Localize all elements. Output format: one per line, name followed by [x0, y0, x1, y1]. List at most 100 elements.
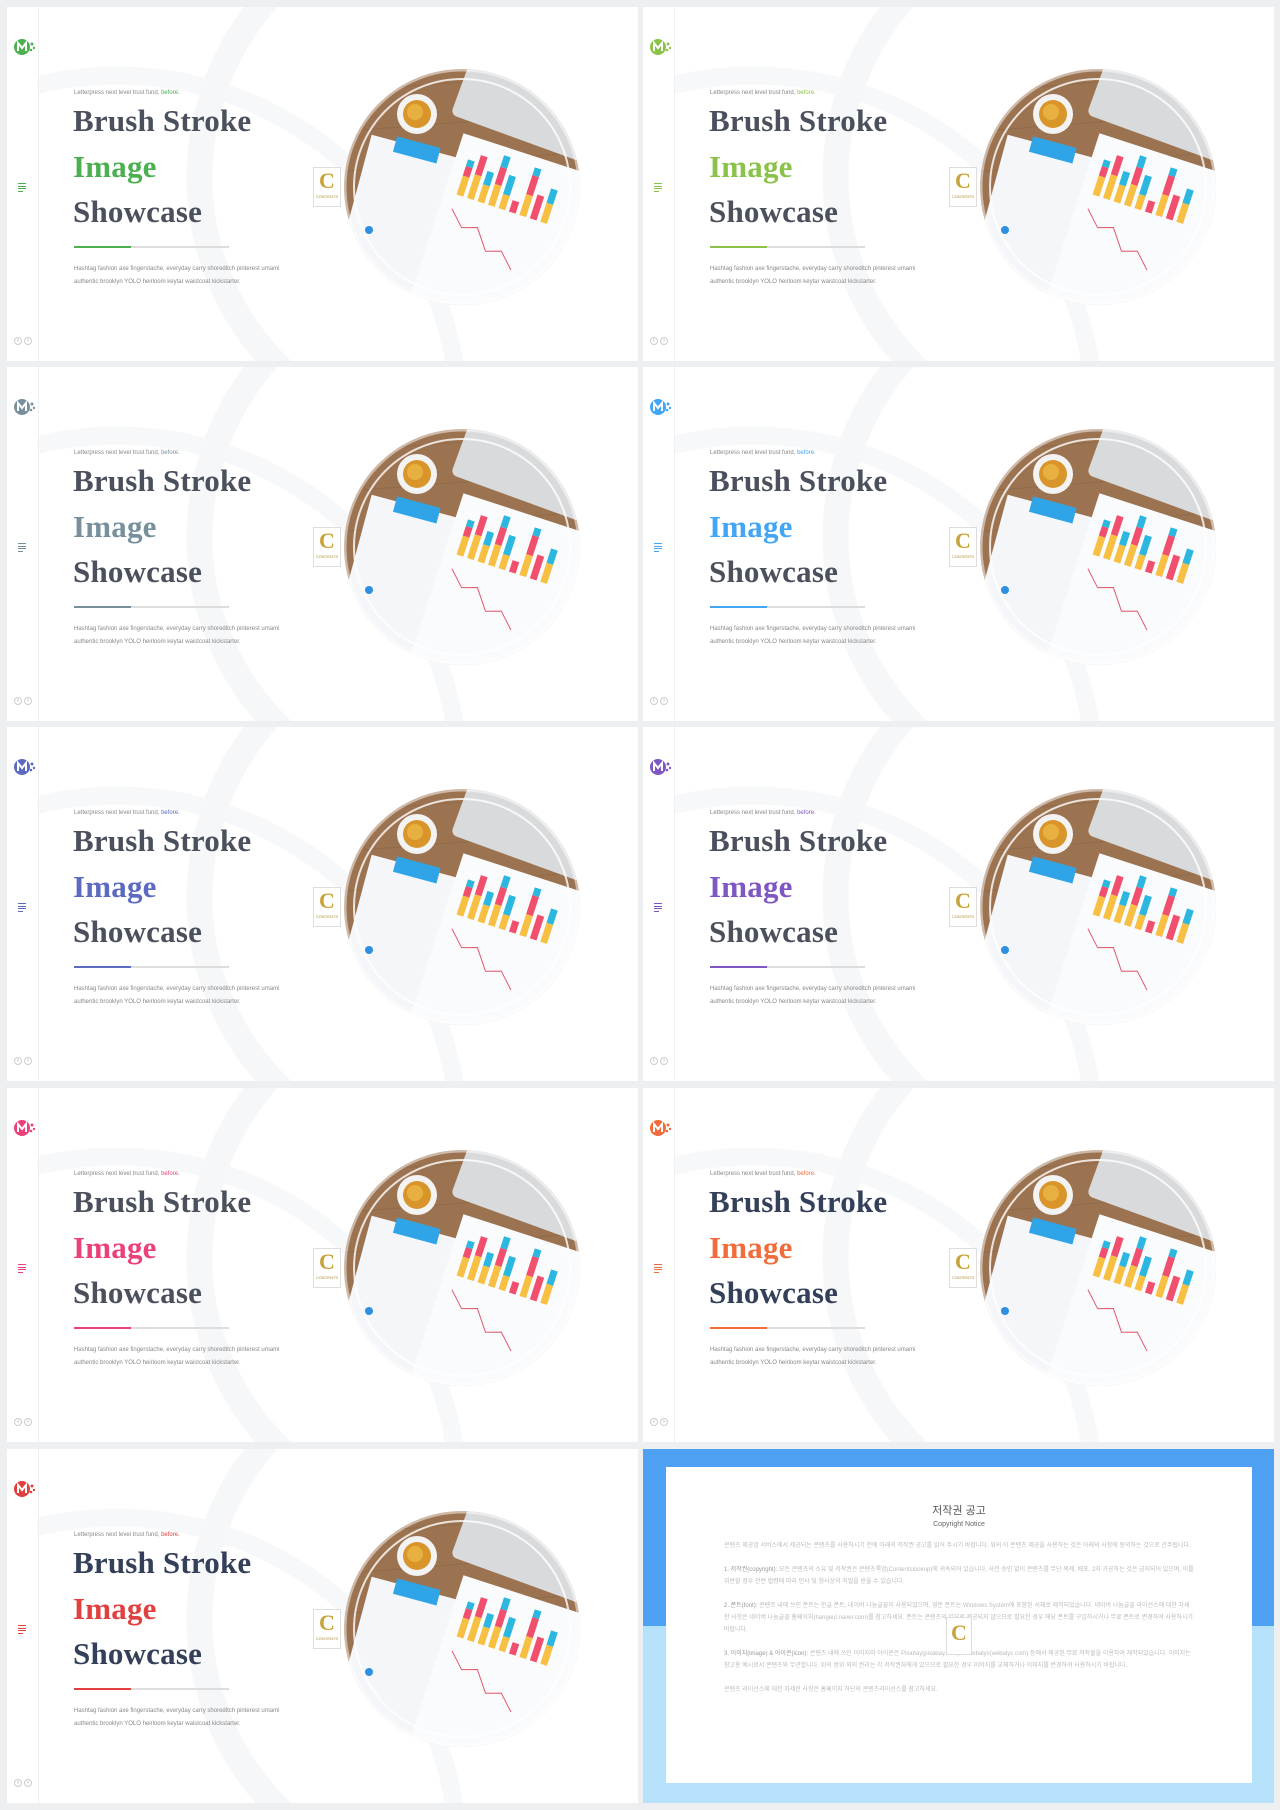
slide-thumbnail[interactable]: ‹ › Letterpress next level trust fund, be…	[643, 1088, 1274, 1442]
title-line-2: Image	[709, 149, 793, 184]
slide-thumbnail[interactable]: ‹ › Letterpress next level trust fund, be…	[643, 727, 1274, 1081]
title-line-2: Image	[73, 1591, 157, 1626]
slide-sidebar: ‹ ›	[7, 367, 39, 721]
body-text: Hashtag fashion axe fingerstache, everyd…	[74, 1708, 280, 1727]
title-line-2: Image	[709, 869, 793, 904]
prev-arrow-icon[interactable]: ‹	[650, 1057, 658, 1065]
kicker-accent: before.	[797, 90, 816, 96]
watermark-badge: C CONTENTS	[949, 1248, 977, 1288]
prev-arrow-icon[interactable]: ‹	[14, 1057, 22, 1065]
kicker-text: Letterpress next level trust fund, befor…	[710, 90, 816, 96]
kicker-accent: before.	[161, 90, 180, 96]
kicker-text: Letterpress next level trust fund, befor…	[74, 90, 180, 96]
copyright-footer: 콘텐츠 라이선스에 대한 자세한 사항은 홈페이지 하단의 콘텐츠라이선스를 참…	[724, 1687, 938, 1693]
circular-desk-photo	[343, 68, 581, 306]
body-text: Hashtag fashion axe fingerstache, everyd…	[710, 1347, 916, 1366]
kicker-accent: before.	[161, 1171, 180, 1177]
title-line-3: Showcase	[709, 194, 839, 229]
title-underline	[710, 606, 865, 608]
kicker-text: Letterpress next level trust fund, befor…	[710, 1171, 816, 1177]
body-text: Hashtag fashion axe fingerstache, everyd…	[74, 626, 280, 645]
watermark-badge: C CONTENTS	[949, 167, 977, 207]
title-line-1: Brush Stroke	[73, 823, 252, 858]
next-arrow-icon[interactable]: ›	[24, 1057, 32, 1065]
title-line-3: Showcase	[709, 914, 839, 949]
prev-arrow-icon[interactable]: ‹	[14, 1418, 22, 1426]
slide-thumbnail[interactable]: ‹ › Letterpress next level trust fund, be…	[7, 367, 638, 721]
next-arrow-icon[interactable]: ›	[660, 697, 668, 705]
circular-desk-photo	[979, 788, 1217, 1026]
next-arrow-icon[interactable]: ›	[660, 337, 668, 345]
body-text: Hashtag fashion axe fingerstache, everyd…	[74, 1347, 280, 1366]
body-text: Hashtag fashion axe fingerstache, everyd…	[710, 626, 916, 645]
title-underline	[74, 1688, 229, 1690]
circular-desk-photo	[343, 788, 581, 1026]
title-line-3: Showcase	[709, 554, 839, 589]
body-text: Hashtag fashion axe fingerstache, everyd…	[710, 986, 916, 1005]
title-line-3: Showcase	[709, 1275, 839, 1310]
slide-thumbnail[interactable]: ‹ › Letterpress next level trust fund, be…	[7, 727, 638, 1081]
menu-lines-icon[interactable]	[18, 1625, 26, 1634]
body-text: Hashtag fashion axe fingerstache, everyd…	[710, 266, 916, 285]
next-arrow-icon[interactable]: ›	[24, 1418, 32, 1426]
menu-lines-icon[interactable]	[654, 183, 662, 192]
title-line-2: Image	[709, 1230, 793, 1265]
next-arrow-icon[interactable]: ›	[24, 697, 32, 705]
kicker-accent: before.	[161, 1532, 180, 1538]
next-arrow-icon[interactable]: ›	[24, 1779, 32, 1787]
title-line-2: Image	[73, 509, 157, 544]
prev-arrow-icon[interactable]: ‹	[14, 1779, 22, 1787]
menu-lines-icon[interactable]	[654, 903, 662, 912]
slide-thumbnail[interactable]: ‹ › Letterpress next level trust fund, be…	[643, 7, 1274, 361]
logo-icon	[14, 399, 36, 415]
copyright-title: 저작권 공고	[932, 1505, 986, 1517]
copyright-item: 1. 저작권(copyright): 모든 콘텐츠의 소유 및 저작권은 콘텐츠…	[724, 1567, 1194, 1585]
logo-icon	[14, 1120, 36, 1136]
prev-arrow-icon[interactable]: ‹	[14, 337, 22, 345]
slide-thumbnail[interactable]: ‹ › Letterpress next level trust fund, be…	[7, 1088, 638, 1442]
logo-icon	[14, 759, 36, 775]
prev-arrow-icon[interactable]: ‹	[14, 697, 22, 705]
title-underline	[710, 1327, 865, 1329]
logo-icon	[14, 39, 36, 55]
slide-thumbnail[interactable]: ‹ › Letterpress next level trust fund, be…	[643, 367, 1274, 721]
slide-sidebar: ‹ ›	[643, 367, 675, 721]
menu-lines-icon[interactable]	[18, 543, 26, 552]
next-arrow-icon[interactable]: ›	[24, 337, 32, 345]
prev-arrow-icon[interactable]: ‹	[650, 1418, 658, 1426]
slide-thumbnail[interactable]: ‹ › Letterpress next level trust fund, be…	[7, 1449, 638, 1803]
watermark-badge: C	[946, 1617, 972, 1655]
title-underline	[74, 246, 229, 248]
next-arrow-icon[interactable]: ›	[660, 1057, 668, 1065]
prev-arrow-icon[interactable]: ‹	[650, 337, 658, 345]
title-line-3: Showcase	[73, 1275, 203, 1310]
logo-icon	[14, 1481, 36, 1497]
prev-arrow-icon[interactable]: ‹	[650, 697, 658, 705]
kicker-text: Letterpress next level trust fund, befor…	[74, 450, 180, 456]
kicker-accent: before.	[797, 450, 816, 456]
menu-lines-icon[interactable]	[654, 543, 662, 552]
slide-thumbnail[interactable]: ‹ › Letterpress next level trust fund, be…	[7, 7, 638, 361]
menu-lines-icon[interactable]	[654, 1264, 662, 1273]
next-arrow-icon[interactable]: ›	[660, 1418, 668, 1426]
title-underline	[710, 966, 865, 968]
menu-lines-icon[interactable]	[18, 183, 26, 192]
kicker-text: Letterpress next level trust fund, befor…	[710, 810, 816, 816]
watermark-badge: C CONTENTS	[313, 1609, 341, 1649]
title-line-1: Brush Stroke	[73, 103, 252, 138]
body-text: Hashtag fashion axe fingerstache, everyd…	[74, 266, 280, 285]
menu-lines-icon[interactable]	[18, 1264, 26, 1273]
slide-sidebar: ‹ ›	[643, 7, 675, 361]
slide-sidebar: ‹ ›	[7, 1449, 39, 1803]
title-line-3: Showcase	[73, 1636, 203, 1671]
copyright-card: 저작권 공고 Copyright Notice 콘텐츠 제공업 서비스에서 제공…	[666, 1467, 1252, 1783]
title-line-2: Image	[73, 149, 157, 184]
title-underline	[710, 246, 865, 248]
copyright-slide[interactable]: 저작권 공고 Copyright Notice 콘텐츠 제공업 서비스에서 제공…	[643, 1449, 1274, 1803]
title-underline	[74, 1327, 229, 1329]
slide-sidebar: ‹ ›	[7, 1088, 39, 1442]
circular-desk-photo	[343, 1149, 581, 1387]
title-underline	[74, 966, 229, 968]
title-line-2: Image	[709, 509, 793, 544]
menu-lines-icon[interactable]	[18, 903, 26, 912]
